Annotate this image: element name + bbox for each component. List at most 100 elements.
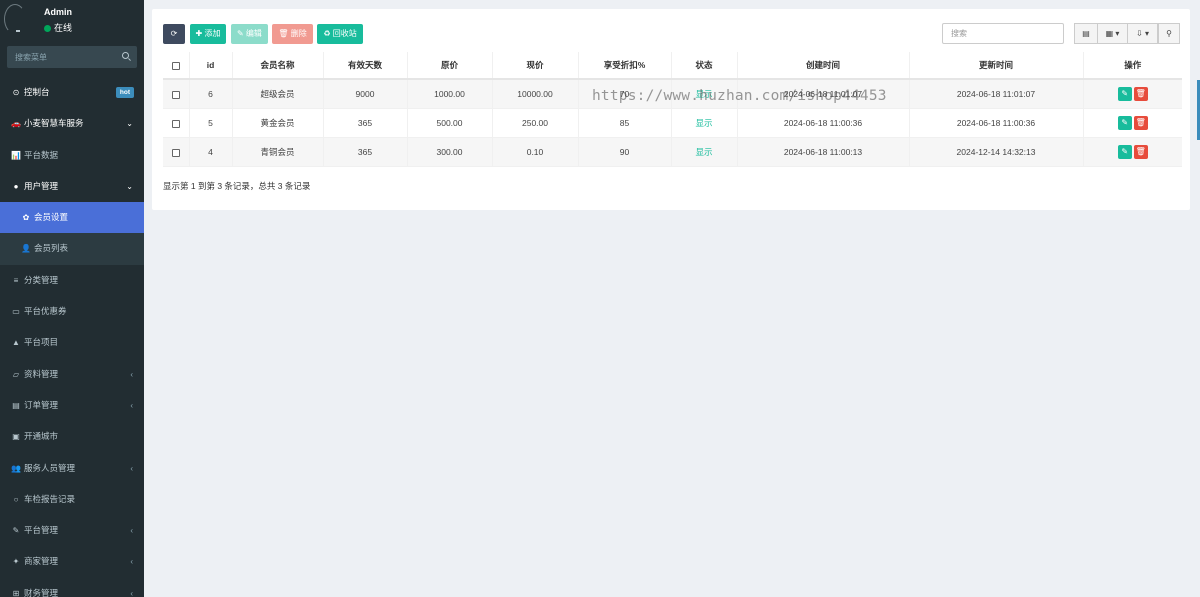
add-button[interactable]: ✚ 添加 [189, 24, 227, 44]
cell-discount: 90 [577, 137, 671, 168]
row-checkbox-cell [163, 79, 189, 109]
avatar[interactable] [4, 4, 26, 34]
row-checkbox[interactable] [171, 148, 180, 157]
header-id[interactable]: id [188, 52, 232, 80]
edit-row-button[interactable]: ✎ [1117, 145, 1132, 160]
sidebar-item-staff[interactable]: 👥 服务人员管理 ‹ [0, 453, 144, 484]
row-checkbox[interactable] [171, 90, 180, 99]
cell-status[interactable]: 显示 [670, 108, 737, 139]
sidebar-item-finance[interactable]: ⊞ 财务管理 ‹ [0, 578, 144, 597]
cell-days: 9000 [322, 79, 407, 109]
content-panel: ⟳ ✚ 添加 ✎ 编辑 🗑 删除 ♻ 回收站 搜索 ▤ ▦ ▾ ⇩ ▾ ⚲ id… [152, 9, 1190, 210]
cell-id: 4 [188, 137, 232, 168]
cell-current-price: 10000.00 [491, 79, 578, 109]
header-created[interactable]: 创建时间 [736, 52, 909, 80]
cell-updated: 2024-12-14 14:32:13 [908, 137, 1083, 168]
pagination-info: 显示第 1 到第 3 条记录，总共 3 条记录 [163, 181, 311, 191]
row-checkbox[interactable] [171, 119, 180, 128]
search-toggle-button[interactable]: ⚲ [1158, 23, 1180, 44]
header-updated[interactable]: 更新时间 [908, 52, 1083, 80]
sidebar-item-category[interactable]: ≡ 分类管理 [0, 265, 144, 296]
table-row[interactable]: 6 超级会员 9000 1000.00 10000.00 70 显示 2024-… [163, 79, 1182, 109]
card-icon: ▭ [12, 307, 20, 317]
sidebar-item-platform-management[interactable]: ✎ 平台管理 ‹ [0, 515, 144, 546]
sidebar-item-cities[interactable]: ▣ 开通城市 [0, 421, 144, 452]
table-row[interactable]: 5 黄金会员 365 500.00 250.00 85 显示 2024-06-1… [163, 108, 1182, 139]
sidebar-item-car-service[interactable]: 🚗 小麦智慧车服务 ⌄ [0, 108, 144, 139]
sidebar-item-label: 财务管理 [24, 587, 59, 597]
cell-status[interactable]: 显示 [670, 79, 737, 109]
delete-button[interactable]: 🗑 删除 [272, 24, 313, 44]
select-all-checkbox[interactable] [171, 61, 180, 70]
table-icon: ▤ [1082, 29, 1090, 38]
cell-actions: ✎ 🗑 [1082, 79, 1182, 109]
table-header-row: id 会员名称 有效天数 原价 现价 享受折扣% 状态 创建时间 更新时间 操作 [163, 52, 1182, 80]
table-row[interactable]: 4 青铜会员 365 300.00 0.10 90 显示 2024-06-18 … [163, 137, 1182, 168]
user-icon: 👤 [21, 244, 31, 254]
cell-updated: 2024-06-18 11:01:07 [908, 79, 1083, 109]
search-icon[interactable] [122, 52, 129, 59]
list-icon: ▤ [12, 400, 20, 410]
recycle-bin-button[interactable]: ♻ 回收站 [317, 24, 363, 44]
cell-name: 超级会员 [231, 79, 323, 109]
sidebar-item-label: 分类管理 [24, 274, 59, 285]
header-status[interactable]: 状态 [670, 52, 737, 80]
cell-updated: 2024-06-18 11:00:36 [908, 108, 1083, 139]
export-icon: ⇩ [1136, 29, 1143, 38]
sidebar: Admin 在线 ⊙ 控制台 hot 🚗小麦智慧车服务 ⌄ 📊平台数据 ● 用户管理 ⌄ … [0, 0, 144, 597]
sidebar-item-user-management[interactable]: ● 用户管理 ⌄ [0, 171, 144, 202]
sidebar-search-input[interactable] [7, 46, 137, 68]
map-icon: ▣ [12, 432, 20, 442]
sidebar-item-projects[interactable]: ▲ 平台项目 [0, 327, 144, 358]
cell-discount: 85 [577, 108, 671, 139]
sidebar-item-orders[interactable]: ▤ 订单管理 ‹ [0, 390, 144, 421]
cell-name: 黄金会员 [231, 108, 323, 139]
sidebar-menu: ⊙ 控制台 hot 🚗 小麦智慧车服务 ⌄ 📊 平台数据 ● 用户管理 ⌄ ✿ 会员设置 👤 会员… [0, 77, 144, 597]
table-search-input[interactable]: 搜索 [942, 23, 1064, 44]
sidebar-item-dashboard[interactable]: ⊙ 控制台 hot [0, 77, 144, 108]
sidebar-item-label: 开通城市 [24, 431, 59, 442]
delete-row-button[interactable]: 🗑 [1133, 115, 1148, 130]
edit-button[interactable]: ✎ 编辑 [230, 24, 268, 44]
delete-row-button[interactable]: 🗑 [1133, 145, 1148, 160]
header-original-price[interactable]: 原价 [406, 52, 492, 80]
sidebar-item-label: 会员设置 [34, 212, 69, 223]
search-icon: ⚲ [1166, 29, 1172, 38]
header-name[interactable]: 会员名称 [231, 52, 323, 80]
sidebar-item-label: 资料管理 [24, 368, 59, 379]
sidebar-item-label: 平台数据 [24, 149, 59, 160]
sidebar-item-merchants[interactable]: ✦ 商家管理 ‹ [0, 546, 144, 577]
cell-status[interactable]: 显示 [670, 137, 737, 168]
users-icon: 👥 [11, 463, 21, 473]
header-checkbox-cell [163, 52, 189, 80]
header-days[interactable]: 有效天数 [322, 52, 407, 80]
delete-row-button[interactable]: 🗑 [1133, 86, 1148, 101]
member-table: id 会员名称 有效天数 原价 现价 享受折扣% 状态 创建时间 更新时间 操作… [163, 52, 1182, 168]
sidebar-item-label: 平台项目 [24, 337, 59, 348]
refresh-button[interactable]: ⟳ [163, 24, 185, 44]
gear-icon: ✿ [22, 213, 30, 223]
sidebar-item-coupons[interactable]: ▭ 平台优惠券 [0, 296, 144, 327]
export-dropdown-button[interactable]: ⇩ ▾ [1127, 23, 1158, 44]
online-dot-icon [44, 25, 51, 32]
header-current-price[interactable]: 现价 [491, 52, 578, 80]
columns-dropdown-button[interactable]: ▦ ▾ [1097, 23, 1128, 44]
sidebar-item-label: 车检报告记录 [24, 493, 76, 504]
cell-days: 365 [322, 137, 407, 168]
wrench-icon: ✎ [12, 526, 20, 536]
sidebar-item-member-settings[interactable]: ✿ 会员设置 [0, 202, 144, 234]
cell-name: 青铜会员 [231, 137, 323, 168]
header-discount[interactable]: 享受折扣% [577, 52, 671, 80]
cell-original-price: 300.00 [406, 137, 492, 168]
edit-row-button[interactable]: ✎ [1117, 86, 1132, 101]
sidebar-item-inspection[interactable]: ○ 车检报告记录 [0, 484, 144, 515]
dashboard-icon: ⊙ [12, 88, 20, 97]
sidebar-item-label: 订单管理 [24, 399, 59, 410]
edit-row-button[interactable]: ✎ [1117, 115, 1132, 130]
sidebar-item-member-list[interactable]: 👤 会员列表 [0, 233, 144, 265]
chevron-left-icon: ‹ [130, 369, 133, 379]
sidebar-item-platform-data[interactable]: 📊 平台数据 [0, 140, 144, 171]
sidebar-item-materials[interactable]: ▱ 资料管理 ‹ [0, 359, 144, 390]
sidebar-item-label: 商家管理 [24, 556, 59, 567]
toggle-view-button[interactable]: ▤ [1074, 23, 1098, 44]
